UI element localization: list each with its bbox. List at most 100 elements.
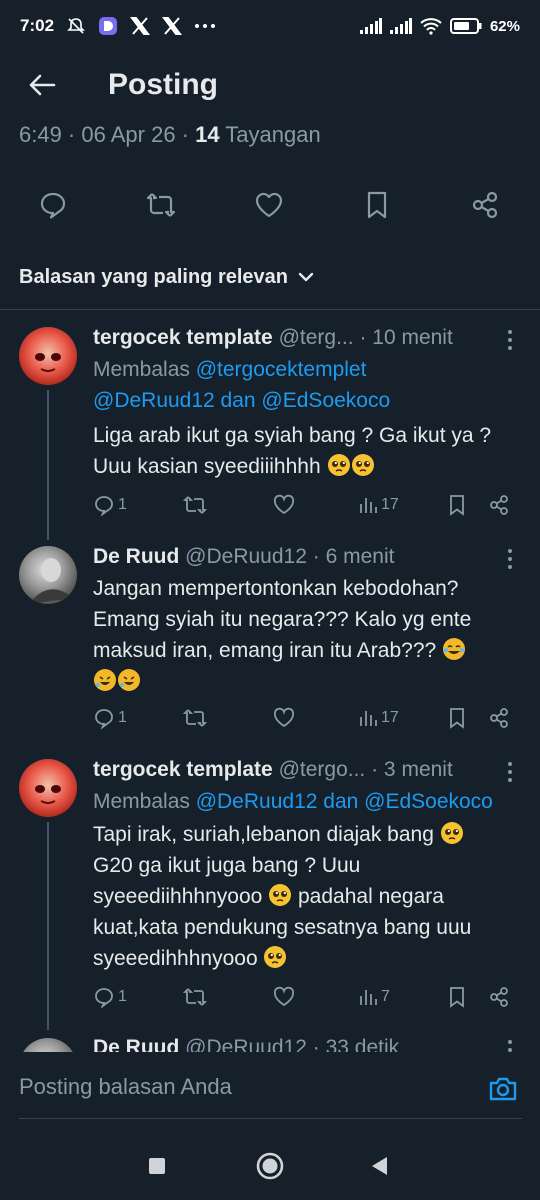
views-count: 17 [381,709,399,726]
pleading-face-emoji-icon [351,454,374,476]
analytics-icon [360,990,377,1005]
share-button[interactable] [488,984,510,1010]
comment-icon [95,988,113,1008]
reply-button[interactable]: 1 [93,984,127,1010]
author-name[interactable]: tergocek template [93,326,273,350]
replying-to: Membalas @tergocektemplet @DeRuud12 dan … [93,354,523,416]
reply-button[interactable]: 1 [93,705,127,731]
pleading-face-emoji-icon [264,946,287,968]
signal-icon [359,18,382,34]
avatar[interactable] [19,759,77,817]
heart-icon [273,494,295,515]
author-name[interactable]: De Ruud [93,545,179,569]
reply-button[interactable] [36,188,70,222]
page-header: Posting [0,52,540,118]
pleading-face-emoji-icon [269,884,292,906]
replying-prefix: Membalas [93,358,196,381]
views-button[interactable]: 17 [358,705,399,731]
more-vertical-icon [508,762,512,782]
author-handle[interactable]: @tergo... [279,758,366,782]
bookmark-button[interactable] [447,705,467,731]
analytics-icon [360,711,377,726]
heart-icon [255,192,283,218]
bookmark-button[interactable] [360,188,394,222]
reply-text-line: G20 ga ikut juga bang ? Uuu [93,854,361,877]
views-button[interactable]: 7 [358,984,390,1010]
tears-of-joy-emoji-icon [443,638,466,660]
home-button[interactable] [254,1150,286,1182]
like-button[interactable] [252,188,286,222]
reply-button[interactable]: 1 [93,492,127,518]
repost-button[interactable] [183,984,207,1010]
repost-button[interactable] [183,492,207,518]
replying-prefix: Membalas [93,790,196,813]
reply-text-line: syeeedihhhnyooo [93,947,258,970]
reply-sort-selector[interactable]: Balasan yang paling relevan [19,260,314,294]
mention-link[interactable]: @DeRuud12 dan @EdSoekoco [196,790,493,813]
more-options-button[interactable] [500,544,520,574]
share-icon [490,987,508,1007]
views-count: 14 [195,122,220,147]
share-icon [490,708,508,728]
author-handle[interactable]: @DeRuud12 [185,545,307,569]
repost-button[interactable] [183,705,207,731]
avatar[interactable] [19,1038,77,1052]
divider [0,309,540,310]
views-count: 17 [381,496,399,513]
like-button[interactable] [273,492,295,518]
repost-button[interactable] [144,188,178,222]
reply-input[interactable]: Posting balasan Anda [19,1074,232,1100]
reply-text-line: maksud iran, emang iran itu Arab??? [93,639,437,662]
arrow-left-icon [29,74,56,96]
back-nav-button[interactable] [363,1150,395,1182]
bookmark-button[interactable] [447,984,467,1010]
status-time: 7:02 [20,16,55,35]
bookmark-icon [367,191,387,219]
repost-icon [146,193,176,217]
author-handle[interactable]: @terg... [279,326,354,350]
reply-text-line: Tapi irak, suriah,lebanon diajak bang [93,823,434,846]
triangle-back-icon [372,1157,387,1175]
mention-link[interactable]: @DeRuud12 dan @EdSoekoco [93,389,390,412]
avatar[interactable] [19,546,77,604]
recent-apps-button[interactable] [141,1150,173,1182]
like-button[interactable] [273,705,295,731]
camera-button[interactable] [486,1072,520,1106]
more-options-button[interactable] [500,757,520,787]
back-button[interactable] [22,65,62,105]
share-button[interactable] [468,188,502,222]
author-name[interactable]: tergocek template [93,758,273,782]
replying-to: Membalas @DeRuud12 dan @EdSoekoco [93,786,523,817]
heart-icon [273,986,295,1007]
signal-icon [389,18,412,34]
author-name[interactable]: De Ruud [93,1036,179,1052]
mention-link[interactable]: @tergocektemplet [196,358,367,381]
reply-text-line: padahal negara [292,885,444,908]
camera-icon [489,1077,517,1101]
thread-line [47,390,49,540]
author-handle[interactable]: @DeRuud12 [185,1036,307,1052]
sort-label: Balasan yang paling relevan [19,265,288,288]
avatar[interactable] [19,327,77,385]
share-button[interactable] [488,705,510,731]
more-options-button[interactable] [500,325,520,355]
like-button[interactable] [273,984,295,1010]
battery-level: 62 [489,17,507,35]
views-button[interactable]: 17 [358,492,399,518]
bookmark-icon [450,495,464,516]
post-meta: 6:49 · 06 Apr 26 · 14 Tayangan [19,122,321,148]
repost-icon [183,709,207,727]
repost-icon [183,496,207,514]
home-circle-icon [256,1152,284,1180]
reply-text-line: Uuu kasian syeediiihhhh [93,455,321,478]
mute-bell-icon [66,16,86,36]
reply-actions: 1 17 [93,705,523,731]
reply-item[interactable]: De Ruud @DeRuud12 · 33 detik [0,1030,540,1052]
x-notification-icon [130,16,151,36]
views-count: 7 [381,988,390,1005]
share-button[interactable] [488,492,510,518]
pleading-face-emoji-icon [327,454,350,476]
bookmark-button[interactable] [447,492,467,518]
more-options-button[interactable] [500,1035,520,1052]
post-actions [0,176,540,234]
